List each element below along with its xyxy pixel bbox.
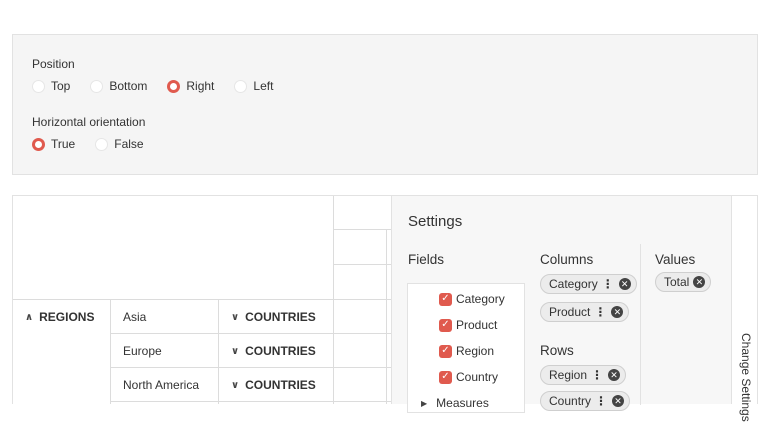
- tree-measures[interactable]: ▶ Measures: [421, 396, 489, 410]
- radio-label: Bottom: [109, 79, 148, 93]
- field-label: Region: [456, 344, 495, 358]
- remove-icon[interactable]: ✕: [618, 278, 631, 290]
- tree-label: Measures: [436, 396, 489, 410]
- radio-label: Right: [186, 79, 215, 93]
- chevron-down-icon: ∨: [231, 345, 240, 357]
- horizontal-orientation-label: Horizontal orientation: [32, 115, 146, 129]
- row-label-north-america: North America: [123, 378, 200, 392]
- chevron-up-icon: ∧: [25, 311, 34, 323]
- divider: [640, 244, 641, 405]
- radio-label: Top: [51, 79, 71, 93]
- fields-label: Fields: [408, 252, 445, 267]
- change-settings-tab[interactable]: Change Settings: [731, 195, 758, 422]
- radio-circle: [95, 137, 109, 151]
- chip-product[interactable]: Product ⋮ ✕: [540, 302, 630, 322]
- chip-region[interactable]: Region ⋮ ✕: [540, 365, 627, 385]
- field-product[interactable]: ✓ Product: [439, 318, 497, 332]
- radio-horizontal-true[interactable]: True: [32, 137, 75, 151]
- triangle-right-icon: ▶: [421, 398, 428, 408]
- radio-circle: [167, 79, 181, 93]
- remove-icon[interactable]: ✕: [693, 276, 706, 288]
- field-country[interactable]: ✓ Country: [439, 370, 498, 384]
- chip-total[interactable]: Total ✕: [655, 272, 712, 292]
- radio-position-top[interactable]: Top: [32, 79, 70, 93]
- radio-position-right[interactable]: Right: [167, 79, 214, 93]
- grid-line: [218, 299, 219, 404]
- remove-icon[interactable]: ✕: [612, 395, 625, 407]
- drag-handle-icon[interactable]: ⋮: [594, 305, 606, 319]
- chip-category[interactable]: Category ⋮ ✕: [540, 274, 637, 294]
- field-category[interactable]: ✓ Category: [439, 292, 505, 306]
- remove-icon[interactable]: ✕: [611, 306, 624, 318]
- position-label: Position: [32, 57, 75, 71]
- countries-expand-north-america[interactable]: ∨ COUNTRIES: [231, 368, 316, 402]
- radio-label: False: [114, 137, 144, 151]
- countries-expand-asia[interactable]: ∨ COUNTRIES: [231, 300, 316, 334]
- settings-panel: Settings Fields ✓ Category ✓ Product ✓ R…: [391, 195, 731, 413]
- fields-list: ✓ Category ✓ Product ✓ Region ✓ Country …: [407, 283, 525, 413]
- chip-label: Category: [549, 277, 598, 291]
- horizontal-radio-group: True False: [32, 135, 164, 153]
- chip-label: Total: [664, 275, 690, 289]
- regions-header-label: REGIONS: [39, 310, 95, 324]
- chevron-down-icon: ∨: [231, 379, 240, 391]
- grid-line: [110, 299, 111, 404]
- pivot-grid: ∧ REGIONS Asia ∨ COUNTRIES Europe ∨ COUN…: [12, 195, 391, 404]
- rows-label: Rows: [540, 343, 574, 358]
- columns-label: Columns: [540, 252, 594, 267]
- grid-line: [333, 196, 334, 404]
- countries-expand-europe[interactable]: ∨ COUNTRIES: [231, 334, 316, 368]
- position-radio-group: Top Bottom Right Left: [32, 77, 293, 95]
- radio-circle: [32, 137, 45, 151]
- row-label-asia: Asia: [123, 310, 147, 324]
- countries-label: COUNTRIES: [245, 344, 316, 358]
- options-panel: Position Top Bottom Right Left Horizonta…: [12, 34, 758, 175]
- grid-line: [333, 264, 391, 265]
- field-label: Country: [456, 370, 499, 384]
- checkbox-checked-icon: ✓: [439, 370, 452, 384]
- chip-label: Region: [549, 368, 588, 382]
- row-label-europe: Europe: [123, 344, 162, 358]
- drag-handle-icon[interactable]: ⋮: [602, 277, 614, 291]
- regions-header[interactable]: ∧ REGIONS: [25, 300, 94, 334]
- checkbox-checked-icon: ✓: [439, 292, 452, 306]
- radio-circle: [32, 79, 45, 93]
- countries-label: COUNTRIES: [245, 378, 316, 392]
- radio-circle: [90, 79, 104, 93]
- settings-title: Settings: [408, 213, 463, 230]
- field-region[interactable]: ✓ Region: [439, 344, 494, 358]
- radio-horizontal-false[interactable]: False: [95, 137, 144, 151]
- grid-line: [386, 229, 387, 404]
- remove-icon[interactable]: ✕: [608, 369, 621, 381]
- chip-label: Country: [549, 394, 592, 408]
- drag-handle-icon[interactable]: ⋮: [595, 394, 607, 408]
- values-label: Values: [655, 252, 696, 267]
- change-settings-label: Change Settings: [739, 333, 753, 422]
- checkbox-checked-icon: ✓: [439, 318, 452, 332]
- field-label: Product: [456, 318, 498, 332]
- radio-label: Left: [253, 79, 274, 93]
- chip-label: Product: [549, 305, 591, 319]
- radio-position-left[interactable]: Left: [234, 79, 273, 93]
- field-label: Category: [456, 292, 505, 306]
- radio-position-bottom[interactable]: Bottom: [90, 79, 147, 93]
- chevron-down-icon: ∨: [231, 311, 240, 323]
- chip-country[interactable]: Country ⋮ ✕: [540, 391, 631, 411]
- drag-handle-icon[interactable]: ⋮: [591, 368, 603, 382]
- radio-label: True: [51, 137, 76, 151]
- checkbox-checked-icon: ✓: [439, 344, 452, 358]
- grid-line: [333, 229, 391, 230]
- radio-circle: [234, 79, 248, 93]
- countries-label: COUNTRIES: [245, 310, 316, 324]
